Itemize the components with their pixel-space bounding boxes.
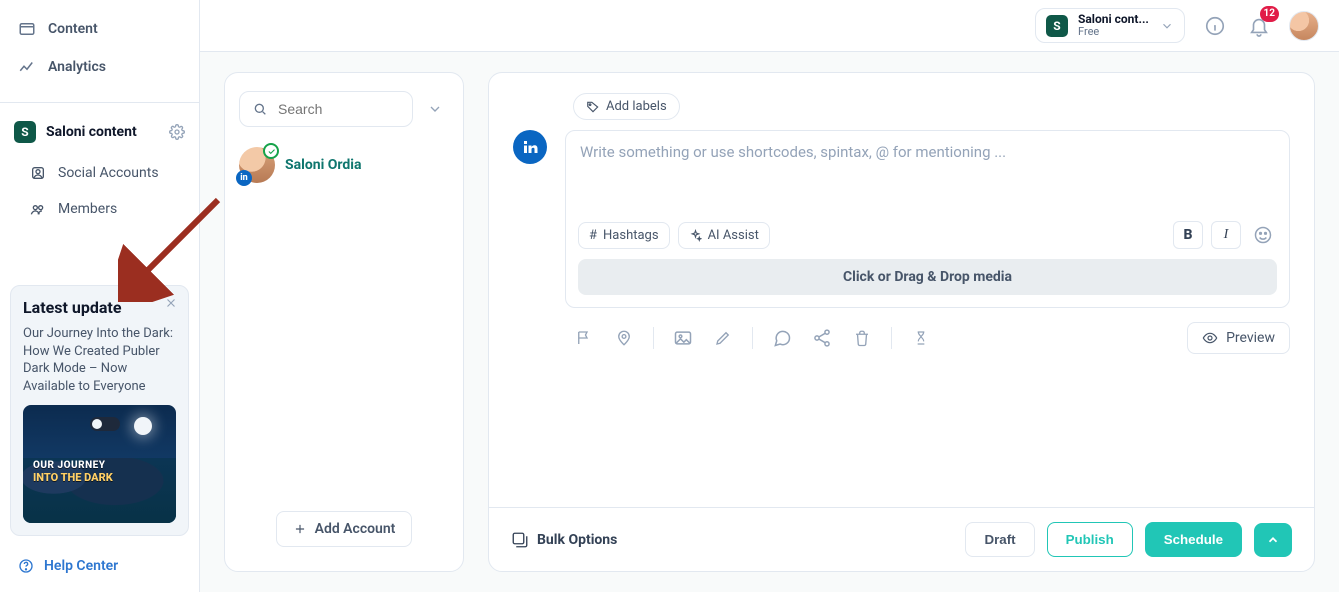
help-center-link[interactable]: Help Center [0, 544, 199, 592]
comment-icon[interactable] [771, 327, 793, 349]
preview-button[interactable]: Preview [1187, 322, 1290, 354]
hashtags-button[interactable]: # Hashtags [578, 222, 670, 249]
update-image[interactable]: OUR JOURNEY INTO THE DARK [23, 405, 176, 523]
linkedin-icon [513, 130, 547, 164]
sidebar-workspace[interactable]: S Saloni content [0, 109, 199, 155]
nav-label: Members [58, 201, 117, 217]
nav-label: Content [48, 21, 98, 37]
nav-analytics[interactable]: Analytics [0, 48, 199, 86]
pencil-icon[interactable] [712, 327, 734, 349]
image-icon[interactable] [672, 327, 694, 349]
draft-button[interactable]: Draft [965, 522, 1034, 557]
workspace-badge: S [14, 121, 36, 143]
workspace-name: Saloni content [46, 124, 137, 140]
update-body: Our Journey Into the Dark: How We Create… [23, 325, 176, 395]
media-dropzone[interactable]: Click or Drag & Drop media [578, 259, 1277, 295]
workspace-badge: S [1046, 15, 1068, 37]
close-icon[interactable] [164, 296, 178, 310]
update-img-line2: INTO THE DARK [33, 471, 113, 484]
italic-button[interactable]: I [1211, 221, 1241, 249]
workspace-switcher[interactable]: S Saloni cont... Free [1035, 8, 1185, 43]
update-title: Latest update [23, 298, 176, 317]
update-img-line1: OUR JOURNEY [33, 460, 105, 471]
content-area: in Saloni Ordia Add Account [200, 52, 1339, 592]
content-icon [18, 20, 36, 38]
ai-assist-label: AI Assist [708, 228, 759, 243]
sparkle-icon [689, 229, 702, 242]
search-input[interactable] [276, 100, 400, 118]
nav-label: Analytics [48, 59, 106, 75]
latest-update-card: Latest update Our Journey Into the Dark:… [10, 285, 189, 536]
main: S Saloni cont... Free 12 [200, 0, 1339, 592]
post-textarea[interactable] [578, 141, 1277, 211]
post-editor: # Hashtags AI Assist [565, 130, 1290, 308]
bulk-options-button[interactable]: Bulk Options [511, 531, 617, 549]
notification-count-badge: 12 [1260, 6, 1279, 22]
app-root: Content Analytics S Saloni content Socia… [0, 0, 1339, 592]
composer-footer: Bulk Options Draft Publish Schedule [489, 507, 1314, 571]
trash-icon[interactable] [851, 327, 873, 349]
hash-icon: # [589, 228, 597, 243]
composer-toolbar: Preview [573, 322, 1290, 354]
emoji-button[interactable] [1249, 221, 1277, 249]
chevron-down-icon [1160, 19, 1174, 33]
composer-panel: Add labels # Hashtags [488, 72, 1315, 572]
topbar: S Saloni cont... Free 12 [200, 0, 1339, 52]
bold-button[interactable]: B [1173, 221, 1203, 249]
bulk-label: Bulk Options [537, 532, 617, 548]
accounts-icon [30, 165, 46, 181]
nav-label: Social Accounts [58, 165, 159, 181]
search-icon [252, 101, 268, 117]
divider [0, 102, 199, 103]
workspace-plan: Free [1078, 26, 1149, 38]
flag-icon[interactable] [573, 327, 595, 349]
account-item[interactable]: in Saloni Ordia [239, 147, 449, 183]
help-icon [18, 558, 34, 574]
share-icon[interactable] [811, 327, 833, 349]
search-input-wrap[interactable] [239, 91, 413, 127]
dropzone-label: Click or Drag & Drop media [843, 269, 1012, 285]
ai-assist-button[interactable]: AI Assist [678, 222, 770, 249]
gear-icon[interactable] [169, 124, 185, 140]
help-label: Help Center [44, 558, 118, 574]
primary-nav: Content Analytics [0, 0, 199, 96]
nav-social-accounts[interactable]: Social Accounts [0, 155, 199, 191]
members-icon [30, 201, 46, 217]
user-avatar[interactable] [1289, 11, 1319, 41]
linkedin-badge-icon: in [236, 170, 252, 186]
notifications-button[interactable]: 12 [1245, 12, 1273, 40]
schedule-more-button[interactable] [1254, 523, 1292, 557]
schedule-button[interactable]: Schedule [1145, 522, 1242, 557]
add-labels-button[interactable]: Add labels [573, 93, 680, 120]
account-name: Saloni Ordia [285, 157, 361, 173]
add-account-label: Add Account [315, 521, 396, 537]
add-labels-text: Add labels [606, 99, 667, 114]
hourglass-icon[interactable] [910, 327, 932, 349]
nav-members[interactable]: Members [0, 191, 199, 227]
sidebar: Content Analytics S Saloni content Socia… [0, 0, 200, 592]
accounts-collapse-toggle[interactable] [421, 91, 449, 127]
location-icon[interactable] [613, 327, 635, 349]
publish-button[interactable]: Publish [1047, 522, 1133, 557]
add-account-button[interactable]: Add Account [276, 511, 413, 547]
account-avatar: in [239, 147, 275, 183]
analytics-icon [18, 58, 36, 76]
check-icon [263, 143, 279, 159]
preview-label: Preview [1226, 330, 1275, 346]
nav-content[interactable]: Content [0, 10, 199, 48]
accounts-panel: in Saloni Ordia Add Account [224, 72, 464, 572]
hashtags-label: Hashtags [603, 228, 659, 243]
info-button[interactable] [1201, 12, 1229, 40]
